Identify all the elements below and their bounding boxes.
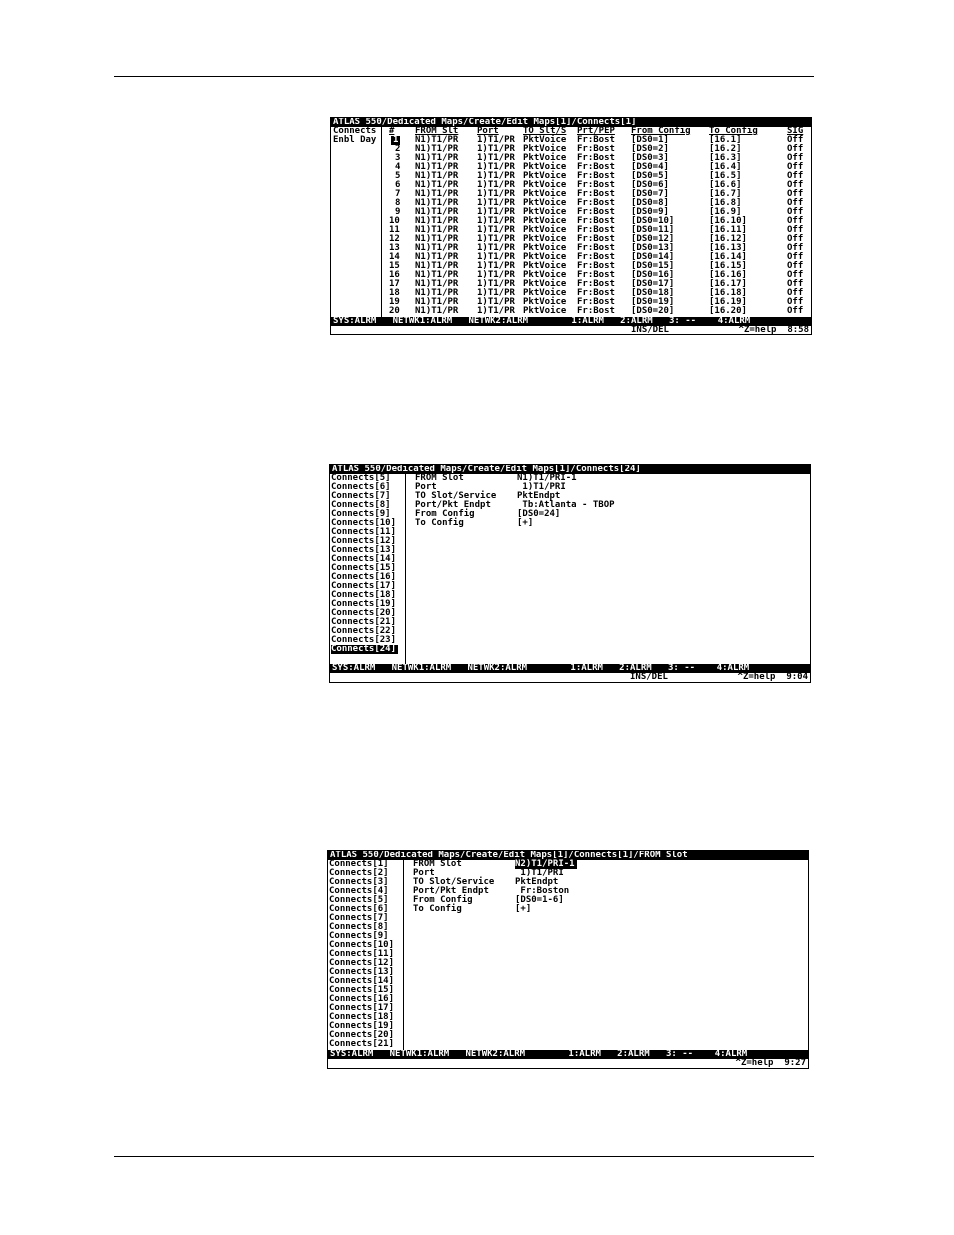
table-cell: Fr:Bost bbox=[577, 306, 615, 316]
field-label: To Config bbox=[415, 518, 464, 528]
table-cell: 1)T1/PR bbox=[477, 306, 515, 316]
screen1-label-enbl-day: Enbl Day bbox=[333, 135, 377, 145]
screen2-ins-del: INS/DEL bbox=[630, 672, 668, 682]
table-cell: [16.20] bbox=[709, 306, 747, 316]
connects-list-item[interactable]: Connects[21] bbox=[329, 1040, 394, 1049]
field-value[interactable]: [+] bbox=[517, 519, 533, 528]
bottom-rule bbox=[114, 1156, 814, 1157]
connects-list-item[interactable]: Connects[24] bbox=[331, 645, 399, 654]
table-cell: PktVoice bbox=[523, 306, 567, 316]
connect-detail-screen: ATLAS 550/Dedicated Maps/Create/Edit Map… bbox=[329, 464, 811, 683]
top-rule bbox=[114, 76, 814, 77]
field-label: To Config bbox=[413, 904, 462, 914]
field-value[interactable]: [+] bbox=[515, 905, 531, 914]
connects-table-screen: ATLAS 550/Dedicated Maps/Create/Edit Map… bbox=[330, 117, 812, 335]
row-number[interactable]: 20 bbox=[389, 307, 400, 316]
table-cell: Off bbox=[787, 306, 804, 316]
screen2-help-clock: ^Z=help 9:04 bbox=[737, 672, 808, 682]
from-slot-edit-screen: ATLAS 550/Dedicated Maps/Create/Edit Map… bbox=[327, 850, 809, 1069]
table-cell: [DS0=20] bbox=[631, 306, 675, 316]
screen3-help-clock: ^Z=help 9:27 bbox=[735, 1058, 806, 1068]
screen1-help-clock: ^Z=help 8:58 bbox=[738, 325, 809, 335]
screen1-ins-del: INS/DEL bbox=[631, 325, 669, 335]
table-cell: N1)T1/PR bbox=[415, 306, 459, 316]
